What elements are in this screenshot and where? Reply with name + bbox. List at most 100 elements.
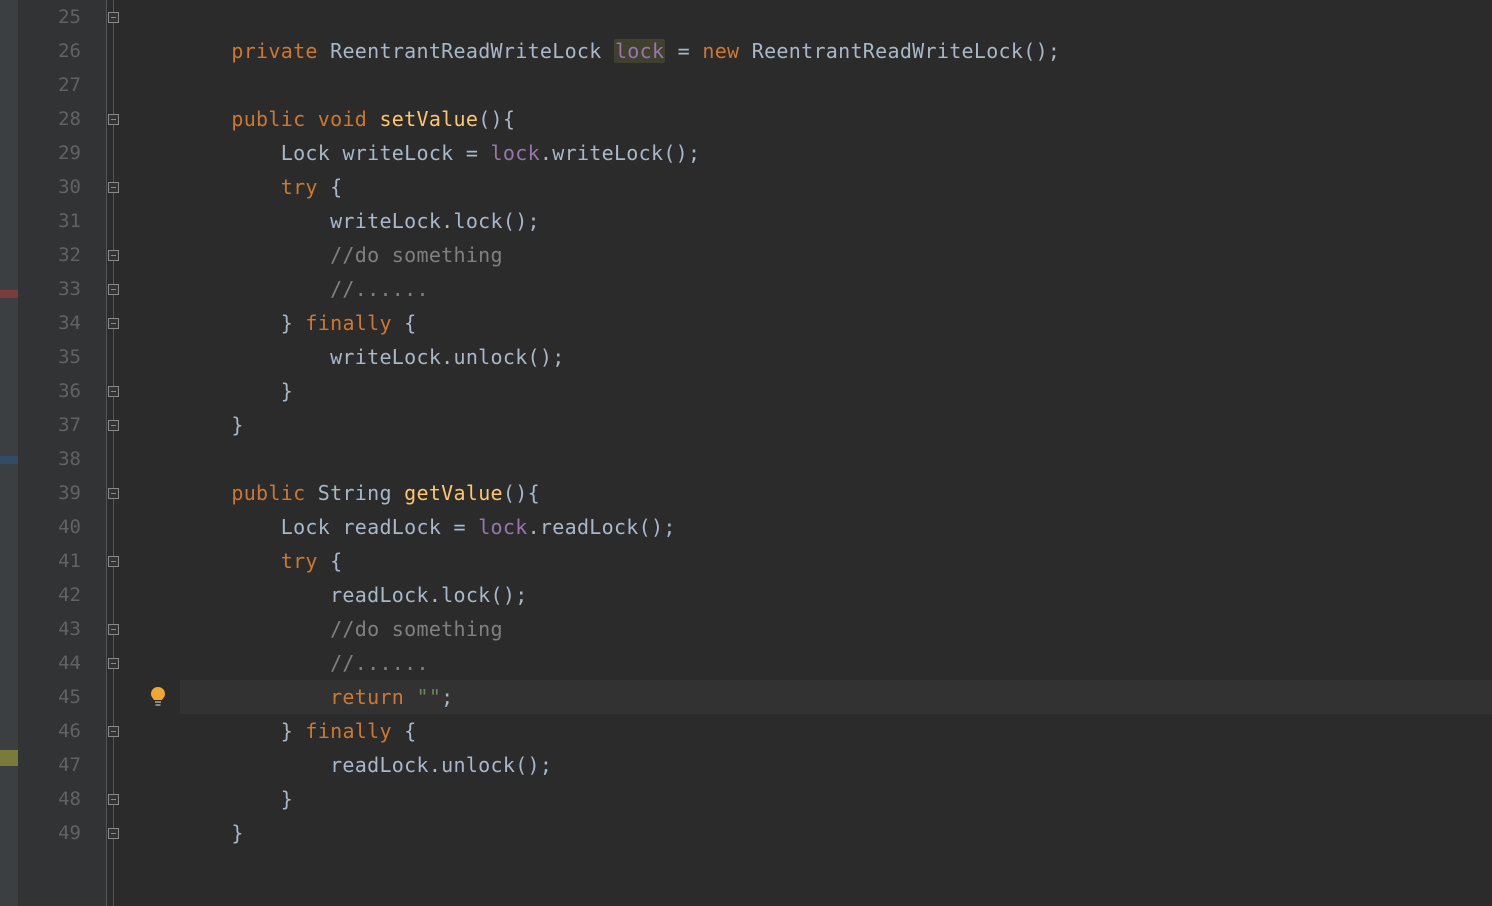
- code-line[interactable]: writeLock.lock();: [180, 204, 1492, 238]
- code-line[interactable]: } finally {: [180, 306, 1492, 340]
- code-line[interactable]: }: [180, 374, 1492, 408]
- line-number[interactable]: 49: [18, 816, 105, 850]
- error-stripe-mark[interactable]: [0, 290, 18, 298]
- line-number[interactable]: 25: [18, 0, 105, 34]
- line-number[interactable]: 47: [18, 748, 105, 782]
- fold-cell[interactable]: [107, 238, 137, 272]
- line-number[interactable]: 39: [18, 476, 105, 510]
- bulb-cell: [136, 408, 180, 442]
- fold-end-icon[interactable]: [108, 794, 119, 805]
- code-line[interactable]: }: [180, 782, 1492, 816]
- fold-cell[interactable]: [107, 374, 137, 408]
- code-token: [182, 481, 231, 505]
- error-stripe-mark[interactable]: [0, 758, 18, 766]
- fold-cell[interactable]: [107, 408, 137, 442]
- fold-gutter[interactable]: [106, 0, 136, 906]
- bulb-cell: [136, 68, 180, 102]
- line-number[interactable]: 34: [18, 306, 105, 340]
- code-line[interactable]: private ReentrantReadWriteLock lock = ne…: [180, 34, 1492, 68]
- fold-cell[interactable]: [107, 476, 137, 510]
- line-number[interactable]: 35: [18, 340, 105, 374]
- code-token: .writeLock();: [540, 141, 700, 165]
- line-number[interactable]: 45: [18, 680, 105, 714]
- line-number[interactable]: 37: [18, 408, 105, 442]
- line-number[interactable]: 26: [18, 34, 105, 68]
- fold-cell[interactable]: [107, 0, 137, 34]
- code-line[interactable]: public String getValue(){: [180, 476, 1492, 510]
- fold-start-icon[interactable]: [108, 556, 119, 567]
- bulb-cell[interactable]: [136, 680, 180, 714]
- fold-cell[interactable]: [107, 646, 137, 680]
- line-number[interactable]: 43: [18, 612, 105, 646]
- fold-start-icon[interactable]: [108, 318, 119, 329]
- code-line[interactable]: }: [180, 816, 1492, 850]
- line-number[interactable]: 38: [18, 442, 105, 476]
- code-line[interactable]: return "";: [180, 680, 1492, 714]
- fold-start-icon[interactable]: [108, 182, 119, 193]
- code-line[interactable]: Lock writeLock = lock.writeLock();: [180, 136, 1492, 170]
- line-number[interactable]: 41: [18, 544, 105, 578]
- code-line[interactable]: [180, 0, 1492, 34]
- line-number[interactable]: 31: [18, 204, 105, 238]
- line-number[interactable]: 32: [18, 238, 105, 272]
- code-line[interactable]: readLock.lock();: [180, 578, 1492, 612]
- bulb-cell: [136, 102, 180, 136]
- fold-start-icon[interactable]: [108, 114, 119, 125]
- fold-cell[interactable]: [107, 306, 137, 340]
- code-line[interactable]: try {: [180, 544, 1492, 578]
- fold-end-icon[interactable]: [108, 828, 119, 839]
- code-line[interactable]: } finally {: [180, 714, 1492, 748]
- fold-end-icon[interactable]: [108, 284, 119, 295]
- code-line[interactable]: }: [180, 408, 1492, 442]
- code-line[interactable]: //do something: [180, 612, 1492, 646]
- code-line[interactable]: readLock.unlock();: [180, 748, 1492, 782]
- code-line[interactable]: public void setValue(){: [180, 102, 1492, 136]
- fold-cell[interactable]: [107, 714, 137, 748]
- fold-cell[interactable]: [107, 612, 137, 646]
- fold-cell: [107, 510, 137, 544]
- error-stripe-mark[interactable]: [0, 750, 18, 758]
- fold-end-icon[interactable]: [108, 12, 119, 23]
- line-number[interactable]: 29: [18, 136, 105, 170]
- code-line[interactable]: try {: [180, 170, 1492, 204]
- fold-end-icon[interactable]: [108, 658, 119, 669]
- line-number[interactable]: 27: [18, 68, 105, 102]
- fold-cell[interactable]: [107, 782, 137, 816]
- fold-end-icon[interactable]: [108, 420, 119, 431]
- fold-cell[interactable]: [107, 544, 137, 578]
- fold-cell[interactable]: [107, 102, 137, 136]
- line-number[interactable]: 28: [18, 102, 105, 136]
- fold-cell[interactable]: [107, 170, 137, 204]
- bulb-cell: [136, 578, 180, 612]
- bulb-cell: [136, 306, 180, 340]
- code-token: [182, 685, 330, 709]
- line-number[interactable]: 40: [18, 510, 105, 544]
- line-number[interactable]: 48: [18, 782, 105, 816]
- fold-cell[interactable]: [107, 272, 137, 306]
- fold-start-icon[interactable]: [108, 488, 119, 499]
- error-stripe-mark[interactable]: [0, 456, 18, 464]
- code-line[interactable]: Lock readLock = lock.readLock();: [180, 510, 1492, 544]
- fold-start-icon[interactable]: [108, 250, 119, 261]
- code-line[interactable]: [180, 442, 1492, 476]
- line-number-gutter[interactable]: 2526272829303132333435363738394041424344…: [18, 0, 106, 906]
- line-number[interactable]: 42: [18, 578, 105, 612]
- line-number[interactable]: 44: [18, 646, 105, 680]
- error-stripe[interactable]: [0, 0, 18, 906]
- code-line[interactable]: writeLock.unlock();: [180, 340, 1492, 374]
- fold-end-icon[interactable]: [108, 386, 119, 397]
- intention-bulb-icon[interactable]: [148, 686, 168, 708]
- line-number[interactable]: 33: [18, 272, 105, 306]
- line-number[interactable]: 36: [18, 374, 105, 408]
- fold-start-icon[interactable]: [108, 624, 119, 635]
- line-number[interactable]: 30: [18, 170, 105, 204]
- code-line[interactable]: [180, 68, 1492, 102]
- fold-start-icon[interactable]: [108, 726, 119, 737]
- line-number[interactable]: 46: [18, 714, 105, 748]
- code-line[interactable]: //do something: [180, 238, 1492, 272]
- code-token: writeLock.lock();: [182, 209, 540, 233]
- code-line[interactable]: //......: [180, 272, 1492, 306]
- fold-cell[interactable]: [107, 816, 137, 850]
- code-editor[interactable]: private ReentrantReadWriteLock lock = ne…: [180, 0, 1492, 906]
- code-line[interactable]: //......: [180, 646, 1492, 680]
